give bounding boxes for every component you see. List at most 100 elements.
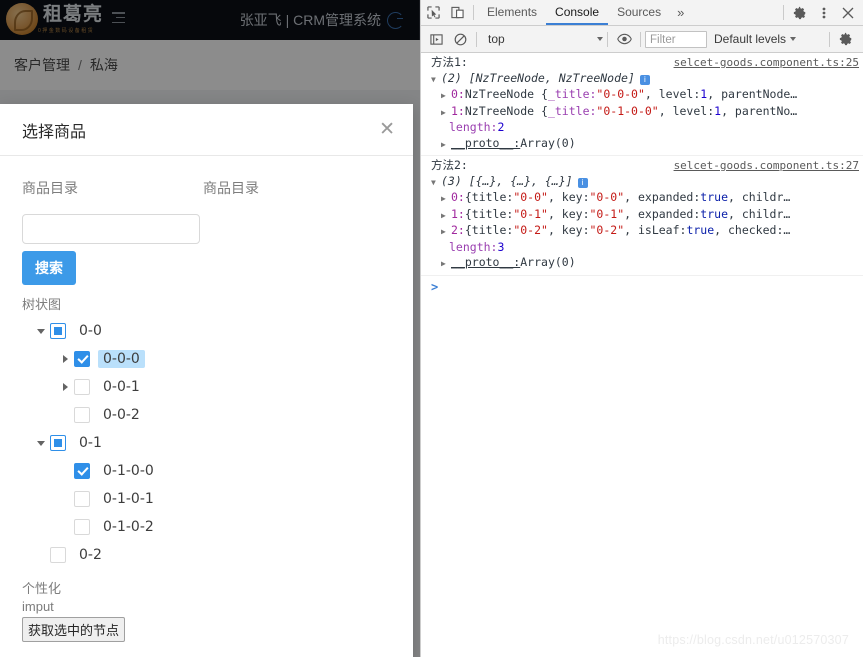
tree-node-label[interactable]: 0-1-0-1 <box>98 490 159 508</box>
catalog-label-right: 商品目录 <box>203 180 259 196</box>
footer-label-imput: imput <box>22 599 54 614</box>
tree-checkbox-unchecked[interactable] <box>74 379 90 395</box>
caret-right-icon-proto: ▶ <box>441 139 446 149</box>
array-index: 1: <box>451 206 465 221</box>
tree-node[interactable]: 0-1-0-0 <box>22 457 391 485</box>
caret-right-icon[interactable] <box>56 350 74 368</box>
catalog-label-left: 商品目录 <box>22 180 78 196</box>
array-summary-text: (2) [NzTreeNode, NzTreeNode] <box>441 70 635 85</box>
log-levels-select[interactable]: Default levels <box>714 32 797 46</box>
caret-glyph <box>37 328 45 334</box>
console-prompt[interactable]: > <box>421 276 863 294</box>
tab-sources[interactable]: Sources <box>608 0 670 25</box>
console-settings-gear-icon[interactable] <box>834 27 858 52</box>
console-array-proto[interactable]: ▶ __proto__: Array(0) <box>421 255 863 272</box>
info-icon[interactable]: i <box>639 74 650 85</box>
kebab-menu-icon[interactable] <box>812 0 836 25</box>
search-button[interactable]: 搜索 <box>22 251 76 285</box>
modal-title: 选择商品 <box>22 123 87 141</box>
close-icon[interactable]: ✕ <box>379 120 395 139</box>
object-prefix: NzTreeNode { <box>464 103 548 118</box>
tree-node-label[interactable]: 0-2 <box>74 546 107 564</box>
string-value: "0-0" <box>513 190 548 204</box>
info-icon[interactable]: i <box>577 177 588 188</box>
tree-node-label[interactable]: 0-0-2 <box>98 406 145 424</box>
tree-node[interactable]: 0-2 <box>22 541 391 569</box>
tree-checkbox-unchecked[interactable] <box>74 407 90 423</box>
tree-node-label[interactable]: 0-1 <box>74 434 107 452</box>
tree-node[interactable]: 0-0-2 <box>22 401 391 429</box>
console-message-group: 方法2: selcet-goods.component.ts:27 ▼ (3) [{…… <box>421 156 863 276</box>
inspect-element-icon[interactable] <box>421 0 445 25</box>
tree-node-label[interactable]: 0-1-0-2 <box>98 518 159 536</box>
object-prefix: {title: <box>464 206 514 221</box>
proto-label: __proto__: <box>451 255 521 269</box>
console-array-item[interactable]: ▶ 0: {title: "0-0", key: "0-0", expanded:… <box>421 190 863 207</box>
array-index: 0: <box>451 190 465 204</box>
console-source-link[interactable]: selcet-goods.component.ts:25 <box>674 55 859 71</box>
search-input[interactable] <box>22 214 200 244</box>
close-icon[interactable] <box>836 0 860 25</box>
tree-checkbox-unchecked[interactable] <box>74 491 90 507</box>
tree-checkbox-indeterminate[interactable] <box>50 435 66 451</box>
caret-right-icon: ▶ <box>441 194 446 203</box>
clear-console-icon[interactable] <box>448 27 472 52</box>
console-array-proto[interactable]: ▶ __proto__: Array(0) <box>421 136 863 153</box>
caret-right-icon[interactable] <box>56 378 74 396</box>
tree-switcher-placeholder <box>56 490 74 508</box>
caret-down-icon: ▼ <box>431 74 436 84</box>
device-toolbar-icon[interactable] <box>445 0 469 25</box>
tree-node[interactable]: 0-0-0 <box>22 345 391 373</box>
caret-right-icon: ▶ <box>441 227 446 236</box>
chevron-down-icon-levels <box>790 37 797 41</box>
select-goods-modal: 选择商品 ✕ 商品目录 商品目录 搜索 树状图 0-0 0-0-0 0-0-1 0-0… <box>0 104 413 657</box>
caret-down-icon[interactable] <box>32 434 50 452</box>
caret-down-icon: ▼ <box>431 177 436 187</box>
tree-node-label[interactable]: 0-0 <box>74 322 107 340</box>
tab-console[interactable]: Console <box>546 0 609 25</box>
tree-checkbox-unchecked[interactable] <box>50 547 66 563</box>
console-array-summary[interactable]: ▼ (2) [NzTreeNode, NzTreeNode] i <box>421 71 863 88</box>
eye-icon[interactable] <box>612 27 636 52</box>
console-array-item[interactable]: ▶ 1: NzTreeNode {_title: "0-1-0-0", level… <box>421 104 863 121</box>
execution-context-select[interactable]: top <box>481 32 603 46</box>
tree-checkbox-indeterminate[interactable] <box>50 323 66 339</box>
more-tabs-icon[interactable]: » <box>670 5 691 20</box>
console-array-item[interactable]: ▶ 0: NzTreeNode {_title: "0-0-0", level: … <box>421 87 863 104</box>
object-mid: , level: <box>658 103 715 118</box>
tree-node[interactable]: 0-1 <box>22 429 391 457</box>
length-label: length: <box>449 239 498 254</box>
tree-node[interactable]: 0-0 <box>22 317 391 345</box>
console-sidebar-icon[interactable] <box>424 27 448 52</box>
tree-node[interactable]: 0-1-0-1 <box>22 485 391 513</box>
console-array-item[interactable]: ▶ 2: {title: "0-2", key: "0-2", isLeaf: t… <box>421 223 863 240</box>
tree-checkbox-checked[interactable] <box>74 463 90 479</box>
object-prefix: NzTreeNode { <box>464 87 548 101</box>
number-value: 1 <box>700 87 708 101</box>
console-array-summary[interactable]: ▼ (3) [{…}, {…}, {…}] i <box>421 174 863 191</box>
prompt-arrow-icon: > <box>431 279 439 294</box>
object-mid-2: , expanded: <box>624 190 701 204</box>
caret-right-icon: ▶ <box>441 91 446 100</box>
tree-checkbox-checked[interactable] <box>74 351 90 367</box>
log-levels-value: Default levels <box>714 32 787 46</box>
console-source-link[interactable]: selcet-goods.component.ts:27 <box>674 158 859 174</box>
console-array-item[interactable]: ▶ 1: {title: "0-1", key: "0-1", expanded:… <box>421 207 863 224</box>
tree-node[interactable]: 0-1-0-2 <box>22 513 391 541</box>
gear-icon[interactable] <box>788 0 812 25</box>
tree-node-label[interactable]: 0-0-1 <box>98 378 145 396</box>
tree-node[interactable]: 0-0-1 <box>22 373 391 401</box>
proto-value: Array(0) <box>520 255 576 269</box>
console-output[interactable]: 方法1: selcet-goods.component.ts:25 ▼ (2) [Nz… <box>421 53 863 659</box>
tree-node-label[interactable]: 0-1-0-0 <box>98 462 159 480</box>
filter-input[interactable]: Filter <box>645 30 707 48</box>
tab-elements[interactable]: Elements <box>478 0 546 25</box>
get-checked-nodes-button[interactable]: 获取选中的节点 <box>22 617 126 642</box>
property-name: _title: <box>547 87 597 101</box>
string-value: "0-2" <box>513 223 548 237</box>
caret-down-icon[interactable] <box>32 322 50 340</box>
caret-right-icon-proto: ▶ <box>441 259 446 268</box>
tree-checkbox-unchecked[interactable] <box>74 519 90 535</box>
tree-node-label[interactable]: 0-0-0 <box>98 350 145 368</box>
proto-value: Array(0) <box>520 135 576 150</box>
